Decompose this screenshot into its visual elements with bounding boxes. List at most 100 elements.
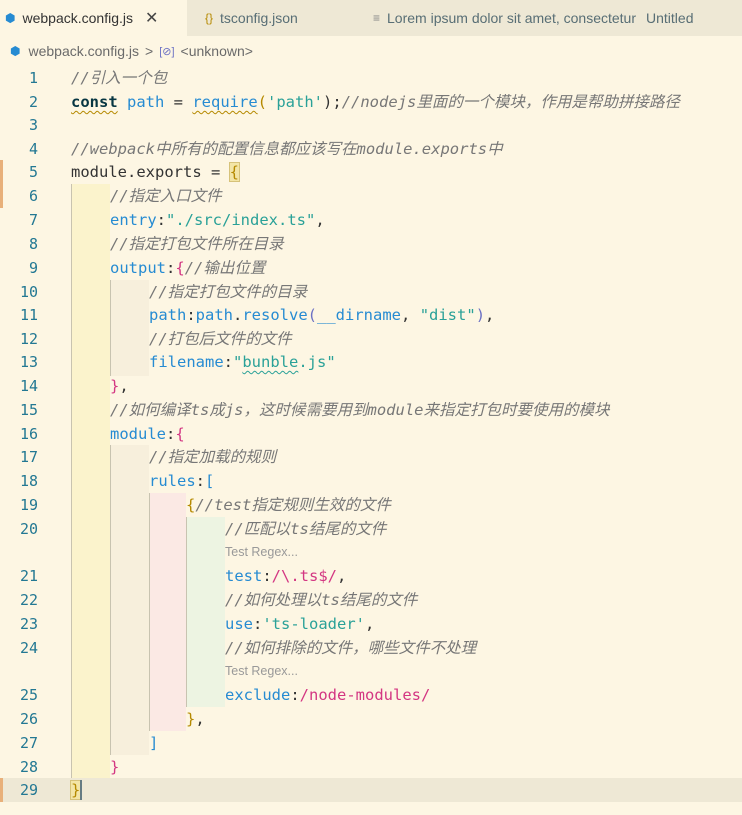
code-line-4: //webpack中所有的配置信息都应该写在module.exports中 [71,137,503,161]
code-line-10: //指定打包文件的目录 [149,280,307,304]
bracket: { [228,162,241,182]
line-number: 13 [19,353,38,371]
punctuation: : [223,353,233,371]
regex: /node-modules/ [299,686,431,704]
line-number: 14 [19,377,38,395]
punctuation: : [156,211,167,229]
code-line-11: path:path.resolve(__dirname, "dist"), [149,303,494,327]
indent-guide [186,517,187,707]
code-line-27: ] [149,731,158,755]
bracket: ( [257,93,268,111]
tab-label: tsconfig.json [220,10,298,26]
comment: //指定入口文件 [110,187,222,205]
punctuation: , [119,377,129,395]
punctuation: : [166,259,176,277]
string: 'path' [267,93,324,111]
punctuation: : [262,567,272,585]
bracket: ] [149,734,159,752]
line-number: 6 [28,187,38,205]
punctuation: , [365,615,375,633]
breadcrumb-symbol[interactable]: <unknown> [181,43,253,59]
line-number: 24 [19,639,38,657]
code-line-16: module:{ [110,422,185,446]
js-file-icon: ⬢ [5,11,16,25]
indent-guide [110,445,111,755]
indent-band [110,445,149,755]
property-key: entry [110,211,157,229]
line-number: 9 [28,259,38,277]
close-icon[interactable]: ✕ [145,8,158,28]
test-regex-codelens[interactable]: Test Regex... [225,659,298,683]
bracket: } [110,377,120,395]
line-number: 26 [19,710,38,728]
indent-band [149,493,186,731]
comment: //打包后文件的文件 [149,330,292,348]
line-number: 8 [28,235,38,253]
line-number: 16 [19,425,38,443]
property-key: module [110,425,166,443]
comment: //test指定规则生效的文件 [195,496,391,514]
code-line-25: exclude:/node-modules/ [225,683,430,707]
keyword: const [71,93,118,111]
code-line-29: } [69,778,82,802]
property-key: filename [149,353,224,371]
line-number: 1 [28,69,38,87]
tab-tsconfig[interactable]: {} tsconfig.json [187,0,355,36]
indent-band [71,184,110,778]
identifier: path [127,93,165,111]
line-number: 11 [19,306,38,324]
code-line-6: //指定入口文件 [110,184,222,208]
string: "./src/index.ts" [166,211,316,229]
indent-guide [71,184,72,778]
identifier: path [195,306,233,324]
line-number: 2 [28,93,38,111]
code-line-7: entry:"./src/index.ts", [110,208,325,232]
test-regex-codelens[interactable]: Test Regex... [225,540,298,564]
punctuation: : [195,472,206,490]
breadcrumb-file[interactable]: webpack.config.js [28,43,139,59]
punctuation: : [253,615,263,633]
code-line-5: module.exports = { [71,160,241,184]
comment: //webpack中所有的配置信息都应该写在module.exports中 [71,140,503,158]
comment: //输出位置 [184,259,266,277]
code-line-19: {//test指定规则生效的文件 [186,493,391,517]
line-number: 4 [28,140,38,158]
text-file-icon: ≡ [373,11,381,25]
tab-lorem[interactable]: ≡ Lorem ipsum dolor sit amet, consectetu… [355,0,742,36]
line-number: 15 [19,401,38,419]
comment: //如何编译ts成js，这时候需要用到module来指定打包时要使用的模块 [110,401,610,419]
line-number: 5 [28,163,38,181]
punctuation: , [195,710,205,728]
punctuation: : [290,686,300,704]
line-number: 3 [28,116,38,134]
identifier: exports [136,163,202,181]
line-number: 25 [19,686,38,704]
symbol-icon: [⊘] [159,45,175,58]
identifier: module [71,163,127,181]
indent-band [110,280,149,376]
code-line-8: //指定打包文件所在目录 [110,232,284,256]
line-number: 27 [19,734,38,752]
comment: //如何处理以ts结尾的文件 [225,591,418,609]
json-file-icon: {} [205,11,214,25]
code-line-28: } [110,755,119,779]
tab-webpack-config[interactable]: ⬢ webpack.config.js ✕ [0,0,187,36]
property-key: exclude [225,686,291,704]
tab-label: webpack.config.js [22,10,133,26]
operator: = [164,93,193,111]
bracket: { [175,425,185,443]
bracket: } [186,710,196,728]
string: 'ts-loader' [262,615,365,633]
code-line-15: //如何编译ts成js，这时候需要用到module来指定打包时要使用的模块 [110,398,609,422]
string: .js" [298,353,336,371]
function-name: require [192,93,258,111]
line-number: 21 [19,567,38,585]
code-line-13: filename:"bunble.js" [149,350,336,374]
comment: //指定打包文件的目录 [149,283,308,301]
code-line-12: //打包后文件的文件 [149,327,292,351]
indent-guide [110,280,111,376]
property-key: use [225,615,253,633]
operator: = [201,163,230,181]
comment: //引入一个包 [71,69,168,87]
bracket: ( [307,306,318,324]
